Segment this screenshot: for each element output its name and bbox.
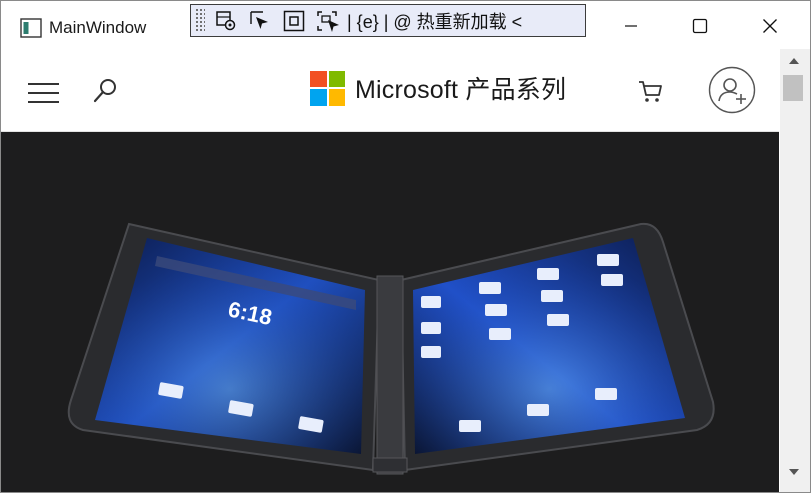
window-title: MainWindow — [49, 18, 147, 37]
logo-green — [328, 70, 345, 87]
web-content: Microsoft 产品系列 6:18 — [1, 49, 779, 492]
pointer-icon[interactable] — [247, 8, 273, 34]
app-icon — [20, 18, 42, 38]
minimize-icon — [625, 25, 637, 27]
logo-yellow — [328, 89, 345, 106]
surface-duo-image: 6:18 — [67, 222, 715, 475]
brand-logo-link[interactable]: Microsoft 产品系列 — [310, 69, 566, 107]
vertical-scrollbar[interactable] — [780, 49, 810, 492]
scroll-down-icon[interactable] — [789, 468, 799, 476]
debug-toolbar: | {e} | @ 热重新加载 < — [190, 4, 586, 37]
debug-toolbar-text[interactable]: | {e} | @ 热重新加载 < — [347, 8, 522, 34]
cart-icon[interactable] — [637, 77, 665, 105]
frame-icon[interactable] — [281, 8, 307, 34]
close-button[interactable] — [747, 7, 793, 45]
logo-red — [310, 70, 327, 87]
site-header: Microsoft 产品系列 — [1, 49, 779, 132]
menu-icon[interactable] — [27, 82, 60, 104]
drag-grip-icon[interactable] — [195, 8, 205, 33]
scroll-thumb[interactable] — [783, 75, 803, 101]
logo-blue — [310, 89, 327, 106]
account-icon[interactable] — [708, 66, 756, 114]
select-element-icon[interactable] — [213, 8, 239, 34]
scroll-up-icon[interactable] — [789, 57, 799, 65]
brand-title: Microsoft 产品系列 — [355, 76, 567, 104]
hero-banner[interactable]: 6:18 — [1, 132, 779, 492]
microsoft-logo-icon — [310, 70, 345, 106]
track-focus-icon[interactable] — [315, 8, 341, 34]
title-bar[interactable]: MainWindow | {e} | @ 热重新加载 < — [1, 1, 810, 49]
maximize-button[interactable] — [677, 7, 723, 45]
close-icon — [763, 19, 777, 33]
minimize-button[interactable] — [608, 7, 654, 45]
main-window: MainWindow | {e} | @ 热重新加载 < Microsoft 产… — [0, 0, 811, 493]
search-icon[interactable] — [91, 76, 121, 106]
maximize-icon — [692, 18, 708, 34]
